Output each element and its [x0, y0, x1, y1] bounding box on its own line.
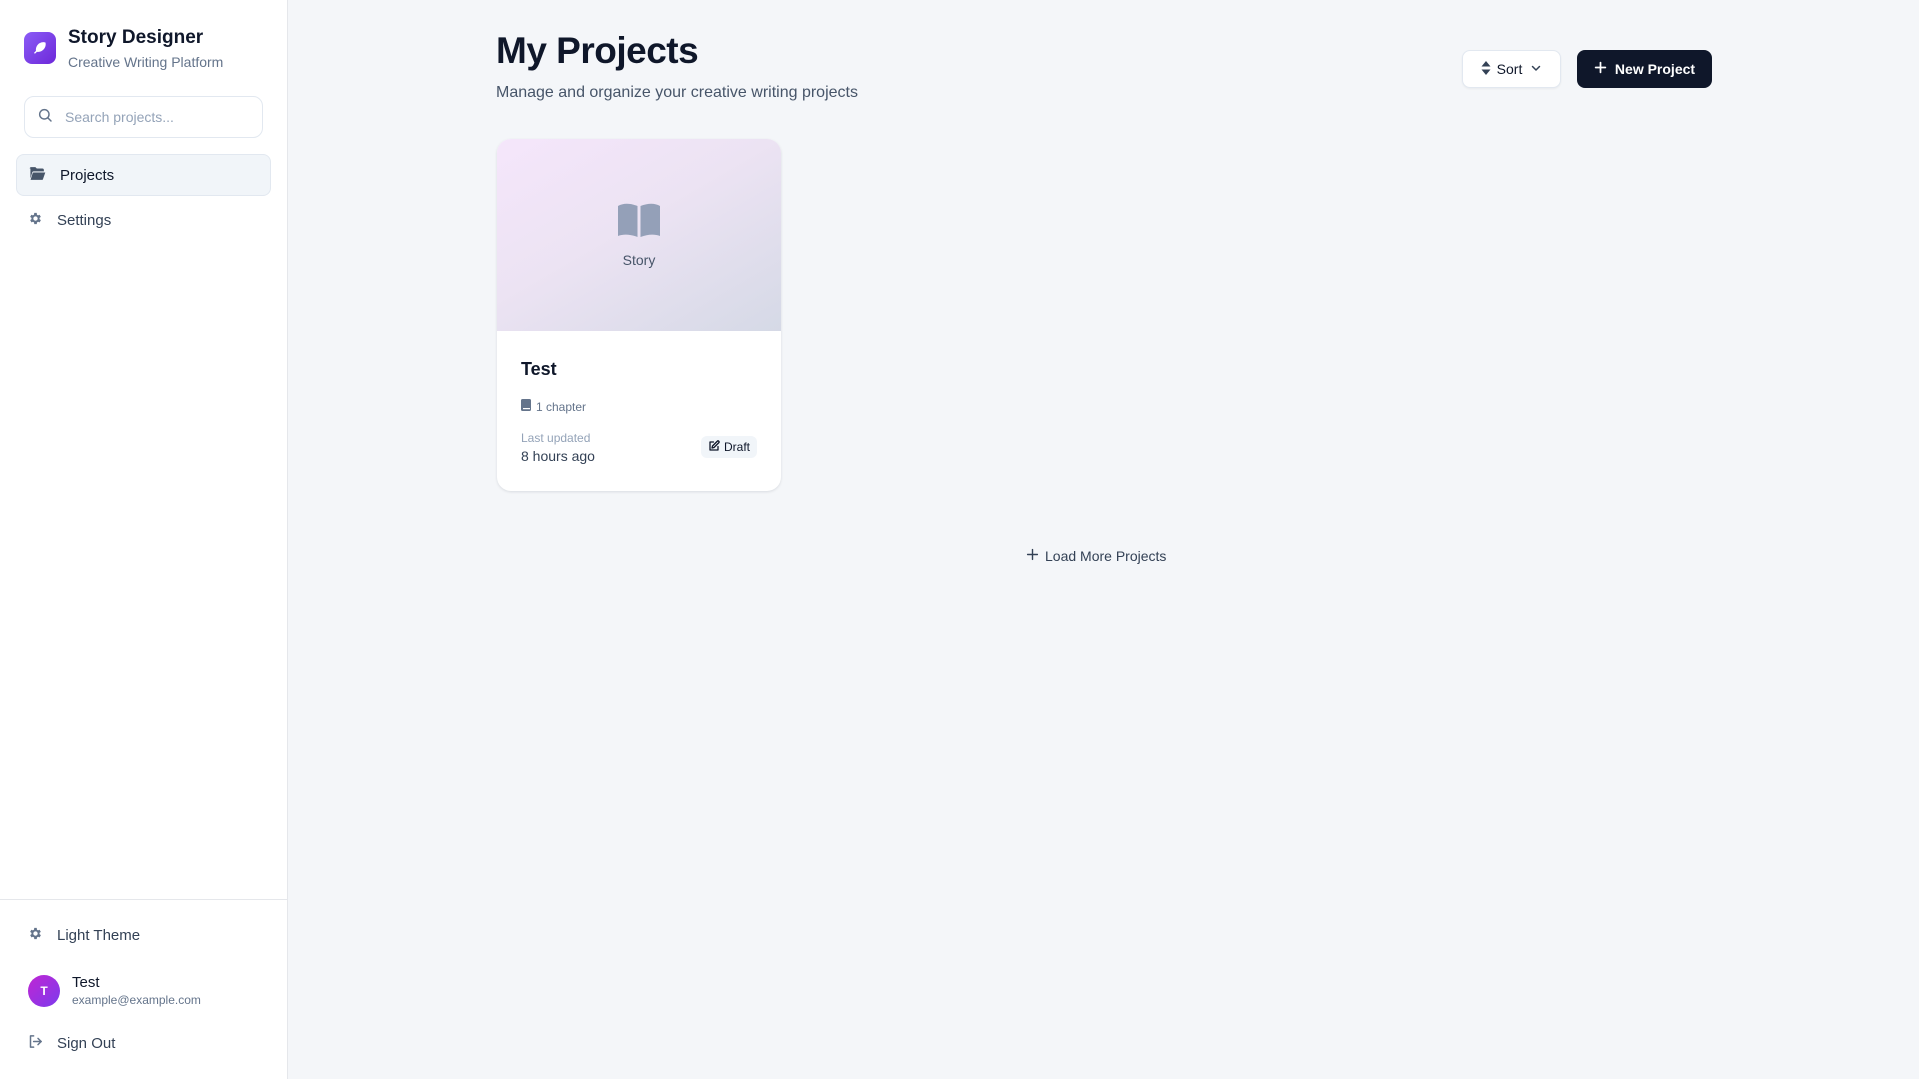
plus-icon	[1594, 61, 1607, 77]
status-label: Draft	[723, 440, 750, 454]
sort-button[interactable]: Sort	[1462, 50, 1561, 88]
search-input[interactable]	[65, 109, 255, 125]
brand-subtitle: Creative Writing Platform	[68, 54, 224, 70]
chapter-count-label: 1 chapter	[536, 399, 587, 414]
sort-icon	[1481, 60, 1491, 78]
sidebar-nav: Projects Settings	[16, 154, 271, 244]
chevron-down-icon	[1530, 61, 1542, 77]
load-more-label: Load More Projects	[1045, 548, 1167, 564]
feather-icon	[24, 32, 56, 64]
sidebar-item-projects[interactable]: Projects	[16, 154, 271, 196]
last-updated-value: 8 hours ago	[521, 448, 595, 464]
new-project-label: New Project	[1614, 61, 1696, 77]
project-card[interactable]: Story Test 1 chapter Last updated 8 hour…	[497, 139, 781, 491]
new-project-button[interactable]: New Project	[1577, 50, 1712, 88]
brand: Story Designer Creative Writing Platform	[24, 26, 223, 71]
sign-out-icon	[28, 1034, 43, 1053]
status-badge: Draft	[700, 436, 757, 458]
search-box[interactable]	[24, 96, 263, 138]
gear-icon	[28, 926, 43, 945]
open-book-icon	[618, 203, 660, 242]
search-icon	[37, 107, 53, 128]
folder-open-icon	[29, 166, 46, 185]
user-profile[interactable]: T Test example@example.com	[28, 974, 201, 1008]
cover-label: Story	[622, 251, 656, 268]
book-icon	[521, 399, 531, 414]
project-cover: Story	[497, 139, 781, 331]
edit-icon	[708, 439, 720, 455]
load-more-button[interactable]: Load More Projects	[1026, 548, 1166, 564]
avatar: T	[28, 975, 60, 1007]
sidebar-item-label: Settings	[57, 211, 112, 229]
sidebar-footer: Light Theme T Test example@example.com S…	[0, 899, 288, 1052]
sidebar-item-settings[interactable]: Settings	[16, 199, 271, 241]
theme-toggle[interactable]: Light Theme	[28, 926, 140, 945]
last-updated-label: Last updated	[521, 431, 591, 445]
chapter-count: 1 chapter	[521, 399, 586, 414]
sidebar: Story Designer Creative Writing Platform…	[0, 0, 288, 1079]
brand-title: Story Designer	[68, 27, 204, 48]
user-name: Test	[72, 974, 100, 991]
sidebar-item-label: Projects	[60, 166, 115, 184]
sort-label: Sort	[1496, 61, 1523, 77]
theme-label: Light Theme	[57, 927, 141, 944]
sign-out-label: Sign Out	[57, 1035, 116, 1052]
gear-icon	[28, 211, 43, 230]
page-title: My Projects	[496, 30, 699, 71]
page-subtitle: Manage and organize your creative writin…	[496, 84, 858, 101]
plus-icon	[1026, 548, 1039, 564]
project-title: Test	[521, 359, 557, 379]
sign-out-button[interactable]: Sign Out	[28, 1034, 115, 1053]
user-email: example@example.com	[72, 993, 201, 1007]
